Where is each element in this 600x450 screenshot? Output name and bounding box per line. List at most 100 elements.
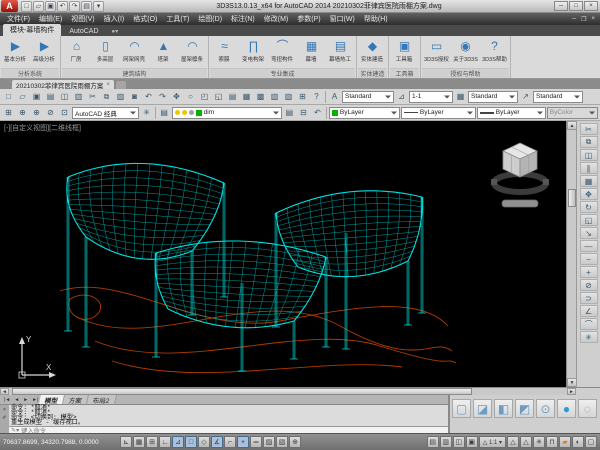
viewcube-cube[interactable] (503, 143, 537, 177)
scroll-right-icon[interactable]: ► (567, 388, 576, 395)
undo-icon[interactable]: ↶ (57, 1, 68, 12)
explode-icon[interactable]: ✳ (580, 331, 598, 343)
menu-item-0[interactable]: 文件(F) (3, 14, 34, 24)
move-icon[interactable]: ✥ (580, 188, 598, 200)
infer-constraints-icon[interactable]: ⊾ (120, 436, 132, 448)
spaceframe-shell-button[interactable]: ◠网架网壳 (120, 37, 149, 68)
offset-icon[interactable]: ∥ (580, 162, 598, 174)
layer-properties-icon[interactable]: ▤ (283, 106, 296, 119)
menu-item-4[interactable]: 格式(O) (129, 14, 161, 24)
layer-properties-icon[interactable]: ▤ (158, 106, 171, 119)
workspace-switching-icon[interactable]: ✳ (533, 436, 545, 448)
ribbon-tab-1[interactable]: AutoCAD (62, 27, 105, 36)
polar-tracking-icon[interactable]: ⊿ (172, 436, 184, 448)
layer-prev-icon[interactable]: ↶ (311, 106, 324, 119)
model-space-icon[interactable]: ▤ (427, 436, 439, 448)
workspace-combo[interactable]: AutoCAD 经典 (72, 107, 139, 119)
scroll-down-icon[interactable]: ▼ (567, 378, 577, 387)
mleader-style-icon[interactable]: ↗ (519, 90, 532, 103)
toolbar-lock-icon[interactable]: ⊓ (546, 436, 558, 448)
mleader-style-combo[interactable]: Standard (533, 91, 583, 103)
ucs-view-icon[interactable]: ⊡ (58, 106, 71, 119)
twisted-member-button[interactable]: ⌒弯扭构件 (268, 37, 297, 68)
lineweight-display-icon[interactable]: ═ (250, 436, 262, 448)
vertical-scrollbar[interactable]: ▲ ▼ (566, 121, 576, 387)
table-style-combo[interactable]: Standard (468, 91, 518, 103)
layer-match-icon[interactable]: ⊟ (297, 106, 310, 119)
layout-space-icon[interactable]: ▥ (440, 436, 452, 448)
extend-icon[interactable]: + (580, 266, 598, 278)
ribbon-tab-0[interactable]: 模块-幕墙构件 (3, 24, 61, 36)
menu-item-11[interactable]: 帮助(H) (360, 14, 392, 24)
curtain-wall-button[interactable]: ▦幕墙 (297, 37, 326, 68)
menu-item-5[interactable]: 工具(T) (162, 14, 193, 24)
ribbon-options-icon[interactable]: ●▾ (107, 27, 124, 36)
table-style-icon[interactable]: ▦ (454, 90, 467, 103)
layer-combo[interactable]: dim (172, 107, 282, 119)
customize-icon[interactable]: ✐ (2, 415, 6, 421)
match-properties-icon[interactable]: ◙ (128, 90, 141, 103)
close-button[interactable]: × (584, 1, 598, 11)
open-icon[interactable]: ▱ (16, 90, 29, 103)
ucs-icon[interactable]: ⊞ (2, 106, 15, 119)
clean-screen-icon[interactable]: ▢ (585, 436, 597, 448)
dim-style-icon[interactable]: ⊿ (395, 90, 408, 103)
redo-icon[interactable]: ↷ (156, 90, 169, 103)
3d-object-snap-icon[interactable]: ◇ (198, 436, 210, 448)
2d-model-style-icon[interactable]: ⊙ (536, 399, 555, 418)
trim-icon[interactable]: − (580, 253, 598, 265)
annotation-autoscale-icon[interactable]: △ (520, 436, 532, 448)
grid-display-icon[interactable]: ⊞ (146, 436, 158, 448)
qat-menu-icon[interactable]: ▾ (93, 1, 104, 12)
snap-mode-icon[interactable]: ▦ (133, 436, 145, 448)
layout-tab-方案[interactable]: 方案 (63, 395, 89, 404)
lengthen-icon[interactable]: — (580, 240, 598, 252)
qnew-icon[interactable]: □ (21, 1, 32, 12)
scroll-up-icon[interactable]: ▲ (567, 121, 577, 130)
workspace-settings-icon[interactable]: ✳ (140, 106, 153, 119)
fillet-icon[interactable]: ⌒ (580, 318, 598, 330)
sheet-set-icon[interactable]: ▧ (268, 90, 281, 103)
substation-frame-button[interactable]: ∏变电构架 (239, 37, 268, 68)
layer-freeze-icon[interactable] (182, 110, 187, 115)
horizontal-scrollbar[interactable]: ◄ ► (0, 387, 600, 395)
layout-tab-模型[interactable]: 模型 (39, 395, 65, 404)
menu-item-3[interactable]: 插入(I) (100, 14, 129, 24)
solid-build-button[interactable]: ◆实体建造 (358, 37, 387, 68)
curtain-thermal-button[interactable]: ▤幕墙热工 (326, 37, 355, 68)
menu-item-7[interactable]: 标注(N) (227, 14, 259, 24)
vertical-scroll-thumb[interactable] (568, 189, 576, 207)
text-style-icon[interactable]: A (328, 90, 341, 103)
new-icon[interactable]: □ (2, 90, 15, 103)
wireframe-style-icon[interactable]: ◪ (473, 399, 492, 418)
license-button[interactable]: ▭3D3S授权 (422, 37, 451, 68)
drawing-canvas[interactable]: [-][自定义视图][二维线框] (0, 121, 566, 387)
qopen-icon[interactable]: ▱ (33, 1, 44, 12)
redo-icon[interactable]: ↷ (69, 1, 80, 12)
color-combo[interactable]: ByLayer (329, 107, 400, 119)
tool-palettes-icon[interactable]: ▩ (254, 90, 267, 103)
selection-cycling-icon[interactable]: ⊕ (289, 436, 301, 448)
help-3d3s-button[interactable]: ?3D3S帮助 (480, 37, 509, 68)
menu-item-9[interactable]: 参数(P) (293, 14, 324, 24)
transparency-icon[interactable]: ▨ (263, 436, 275, 448)
text-style-combo[interactable]: Standard (342, 91, 394, 103)
drawing-file-tab[interactable]: 20210302菲律宾医院雨棚方案 × (12, 80, 114, 89)
annotation-scale-button[interactable]: △ 1:1 ▾ (479, 436, 506, 448)
pan-icon[interactable]: ✥ (170, 90, 183, 103)
erase-icon[interactable]: ✂ (580, 123, 598, 135)
menu-item-1[interactable]: 编辑(E) (35, 14, 66, 24)
2d-wireframe-style-icon[interactable]: ▢ (452, 399, 471, 418)
layer-lock-icon[interactable] (189, 110, 194, 115)
break-icon[interactable]: ⊘ (580, 279, 598, 291)
doc-restore-button[interactable]: ❐ (579, 16, 588, 23)
mirror-icon[interactable]: ◫ (580, 149, 598, 161)
menu-item-8[interactable]: 修改(M) (260, 14, 293, 24)
layout-nav-icon-0[interactable]: |◄ (2, 397, 12, 403)
multi-highrise-button[interactable]: ▯多高层 (91, 37, 120, 68)
object-snap-tracking-icon[interactable]: ∡ (211, 436, 223, 448)
dynamic-ucs-icon[interactable]: ⌐ (224, 436, 236, 448)
viewcube[interactable] (488, 133, 552, 209)
advanced-analysis-button[interactable]: ▶高级分析 (30, 37, 59, 68)
plot-icon[interactable]: ▤ (44, 90, 57, 103)
